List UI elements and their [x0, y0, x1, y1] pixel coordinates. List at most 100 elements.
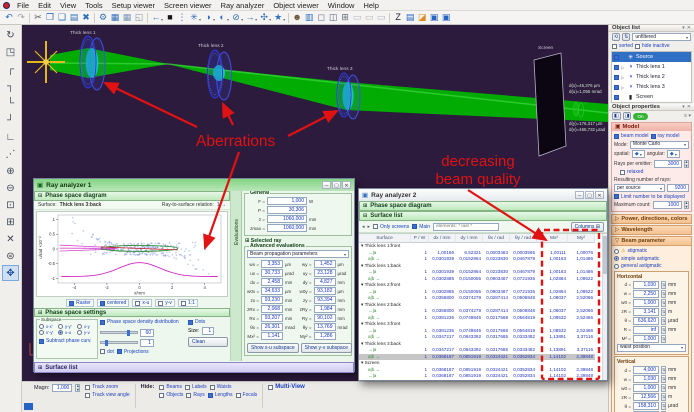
more-options-icon[interactable]: ⋮: [176, 12, 188, 24]
tree-item-source[interactable]: ✳ Source: [612, 52, 691, 62]
notebook-icon[interactable]: ▥: [303, 12, 315, 24]
vertical-value-0[interactable]: 4,000: [633, 366, 659, 374]
vertical-stepper-2[interactable]: ⇅: [661, 384, 666, 392]
hide-objects-checkbox[interactable]: Objects: [159, 392, 183, 398]
column-header-3[interactable]: dy / mm: [456, 234, 483, 243]
rays-stepper[interactable]: ▲ ▼: [684, 159, 689, 168]
model-section-header[interactable]: ▣ Model: [612, 123, 691, 131]
mode-dropdown[interactable]: Monte Carlo ▾: [629, 140, 689, 149]
maximize-icon[interactable]: ▢: [585, 191, 594, 199]
view-corner-3-icon[interactable]: └: [2, 95, 19, 111]
column-header-1[interactable]: P / W: [411, 234, 429, 243]
zoom-in-icon[interactable]: ⊕: [2, 163, 19, 179]
view-cube-icon[interactable]: ◳: [2, 44, 19, 60]
menu-window[interactable]: Window: [324, 1, 359, 10]
main-checkbox[interactable]: Main: [412, 224, 430, 230]
magn-field[interactable]: 1,000: [52, 384, 73, 392]
layout-gray-2-icon[interactable]: ▭: [363, 12, 375, 24]
limit-display-checkbox[interactable]: Limit number to be displayed: [614, 194, 685, 200]
subspace-xu-radio[interactable]: x-u: [58, 330, 76, 335]
density-levels-field[interactable]: 60: [140, 328, 154, 337]
undock-icon[interactable]: ◨: [622, 112, 632, 120]
tree-item-thick-lens-3[interactable]: ▷ ◑ Thick lens 3: [612, 82, 691, 92]
nav-next-icon[interactable]: ▸: [368, 224, 371, 230]
view-corner-4-icon[interactable]: ┘: [2, 112, 19, 128]
vertical-stepper-3[interactable]: ⇅: [661, 393, 666, 401]
horizontal-stepper-6[interactable]: ⇅: [661, 334, 666, 343]
horizontal-value-3[interactable]: 3,141: [633, 307, 659, 316]
delete-icon[interactable]: ✖: [80, 12, 92, 24]
density-levels-slider[interactable]: 60: [100, 328, 186, 337]
hide-inactive-checkbox[interactable]: hide inactive: [634, 43, 670, 49]
folder-open-icon[interactable]: ◪: [416, 12, 428, 24]
table-cell[interactable]: 1: [411, 373, 429, 380]
horizontal-value-1[interactable]: 2,250: [633, 289, 659, 298]
table-cell[interactable]: 0,0368187: [429, 373, 456, 380]
horizontal-stepper-3[interactable]: ⇅: [661, 307, 666, 316]
horizontal-stepper-0[interactable]: ⇅: [661, 280, 666, 289]
stigmatic-radio[interactable]: ⚠ stigmatic: [614, 248, 689, 254]
maximize-icon[interactable]: ▢: [332, 181, 341, 189]
menu-object-viewer[interactable]: Object viewer: [269, 1, 322, 10]
detach-view-icon[interactable]: ◱: [133, 12, 145, 24]
column-header-4[interactable]: θx / rad: [483, 234, 510, 243]
plot-option-1-1[interactable]: 1:1: [177, 299, 198, 307]
subspace-xy-radio[interactable]: x-y: [77, 324, 95, 329]
subspace-xx-radio[interactable]: x-x': [39, 324, 57, 329]
table-cell[interactable]: 0,0851919: [456, 373, 483, 380]
lens-optic-2-icon-caret[interactable]: ▾: [227, 17, 229, 22]
lens-remove-icon-caret[interactable]: ▾: [241, 17, 243, 22]
hide-lengths-checkbox[interactable]: Lengths: [207, 392, 233, 398]
doc-new-icon[interactable]: ▤: [404, 12, 416, 24]
menu-setup-viewer[interactable]: Setup viewer: [108, 1, 159, 10]
vertical-stepper-0[interactable]: ⇅: [661, 366, 666, 374]
nav-prev-icon[interactable]: ◂: [362, 224, 365, 230]
multi-view-checkbox[interactable]: Multi-View: [268, 384, 305, 390]
filter-dropdown[interactable]: unfiltered ▾: [632, 33, 691, 41]
zoom-window-icon[interactable]: ⊞: [2, 214, 19, 230]
close-icon[interactable]: ✕: [595, 191, 604, 199]
collapse-icon[interactable]: ⊟: [38, 310, 42, 316]
more-icon[interactable]: ≡ ▾: [684, 113, 691, 119]
hide-waists-checkbox[interactable]: Waists: [209, 384, 232, 390]
pin-icon[interactable]: ▾: [682, 25, 685, 31]
delete-view-icon[interactable]: ✕: [2, 231, 19, 247]
subtract-phase-curv-checkbox[interactable]: Subtract phase curv.: [39, 338, 92, 344]
subspace-yv-radio[interactable]: y-v: [77, 330, 95, 335]
vertical-value-2[interactable]: 1,000: [633, 384, 659, 392]
ray-analyzer-2-titlebar[interactable]: ▣ Ray analyzer 2 ─ ▢ ✕: [359, 189, 607, 201]
menu-edit[interactable]: Edit: [34, 1, 55, 10]
surface-list-header[interactable]: ⊞ Surface list: [34, 362, 354, 373]
filter-input[interactable]: [433, 222, 500, 231]
magn-stepper[interactable]: ▲ ▼: [75, 384, 81, 392]
relation-value[interactable]: 1 →: [217, 202, 226, 208]
save-icon[interactable]: ▣: [428, 12, 440, 24]
collapse-icon[interactable]: ⊟: [38, 193, 42, 199]
column-header-7[interactable]: My²: [568, 234, 595, 243]
column-header-2[interactable]: dx / mm: [429, 234, 456, 243]
zoom-out-icon[interactable]: ⊖: [2, 180, 19, 196]
beam-model-checkbox[interactable]: beam model: [614, 133, 649, 139]
view-iso-icon[interactable]: ⋰: [2, 146, 19, 162]
detector-icon-caret[interactable]: ▾: [269, 17, 271, 22]
view-axis-icon[interactable]: ∟: [2, 129, 19, 145]
paste-icon[interactable]: ▤: [68, 12, 80, 24]
object-properties-header[interactable]: Object properties ▾ ✕: [609, 104, 694, 111]
collapse-icon[interactable]: ⊟: [363, 213, 367, 219]
plot-option-centered[interactable]: centered: [96, 299, 130, 307]
layout-split-icon[interactable]: ◫: [327, 12, 339, 24]
sorted-checkbox[interactable]: sorted: [612, 43, 633, 49]
density-gamma-field[interactable]: 1: [140, 338, 154, 347]
table-view-icon[interactable]: ▦: [109, 12, 121, 24]
screen-object[interactable]: Screen: [533, 45, 567, 157]
redo-icon[interactable]: ↷: [15, 12, 27, 24]
layout-gray-1-icon[interactable]: ▭: [351, 12, 363, 24]
plot-option-raster[interactable]: Raster: [66, 299, 94, 307]
horizontal-reference-dropdown[interactable]: waist position ▾: [617, 343, 686, 352]
visibility-checkbox[interactable]: [614, 74, 619, 80]
lens-optic-icon-caret[interactable]: ▾: [213, 17, 215, 22]
menu-help[interactable]: Help: [359, 1, 382, 10]
table-cell[interactable]: 0,0324421: [483, 373, 510, 380]
3d-viewport[interactable]: Thick lens 1 Thick lens 2 Thick lens 3 Scre…: [22, 25, 608, 381]
phase-space-settings-header[interactable]: ⊟ Phase space settings: [34, 308, 230, 317]
